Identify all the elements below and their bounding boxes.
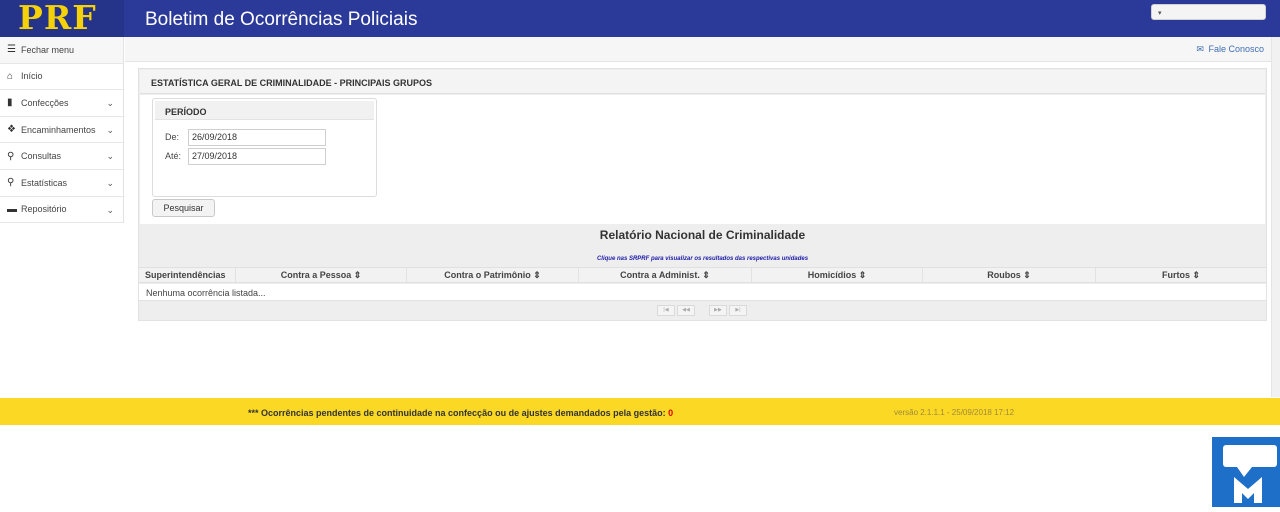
- column-header-contra-patrimonio[interactable]: Contra o Patrimônio ⇕: [407, 268, 579, 282]
- sidebar-item-confeccoes[interactable]: ▮ Confecções ⌄: [0, 90, 123, 117]
- next-page-button[interactable]: ▶▶: [709, 305, 727, 316]
- sidebar-item-encaminhamentos[interactable]: ❖ Encaminhamentos ⌄: [0, 117, 123, 144]
- report-note: Clique nas SRPRF para visualizar os resu…: [596, 256, 809, 262]
- report-title: Relatório Nacional de Criminalidade: [599, 228, 806, 242]
- pending-message-text: *** Ocorrências pendentes de continuidad…: [248, 408, 666, 418]
- caret-down-icon: ▾: [1158, 10, 1162, 17]
- pending-count: 0: [668, 408, 674, 418]
- archive-icon: ▬: [7, 203, 17, 215]
- column-header-homicidios[interactable]: Homicídios ⇕: [752, 268, 923, 282]
- column-header-furtos[interactable]: Furtos ⇕: [1096, 268, 1266, 282]
- sidebar-item-label: Repositório: [21, 204, 67, 215]
- statistics-panel: ESTATÍSTICA GERAL DE CRIMINALIDADE - PRI…: [138, 68, 1267, 321]
- from-date-input[interactable]: 26/09/2018: [188, 129, 326, 146]
- to-date-row: Até: 27/09/2018: [165, 148, 326, 165]
- contact-label: Fale Conosco: [1208, 44, 1264, 54]
- sidebar-item-label: Fechar menu: [21, 44, 75, 55]
- top-bar: PRF Boletim de Ocorrências Policiais ▾: [0, 0, 1280, 37]
- prf-logo[interactable]: PRF: [18, 0, 97, 37]
- pending-message: *** Ocorrências pendentes de continuidad…: [248, 408, 673, 418]
- chat-widget-button[interactable]: [1212, 437, 1280, 507]
- sidebar-item-repositorio[interactable]: ▬ Repositório ⌄: [0, 197, 123, 224]
- column-header-contra-pessoa[interactable]: Contra a Pessoa ⇕: [236, 268, 407, 282]
- search-button[interactable]: Pesquisar: [152, 199, 215, 217]
- sidebar-item-label: Encaminhamentos: [21, 124, 96, 135]
- sidebar-item-label: Confecções: [21, 97, 69, 108]
- home-icon: ⌂: [7, 70, 14, 82]
- sidebar-item-estatisticas[interactable]: ⚲ Estatísticas ⌄: [0, 170, 123, 197]
- previous-page-button[interactable]: ◀◀: [677, 305, 695, 316]
- app-title: Boletim de Ocorrências Policiais: [145, 9, 418, 30]
- to-date-input[interactable]: 27/09/2018: [188, 148, 326, 165]
- user-menu-button[interactable]: ▾: [1151, 4, 1266, 20]
- search-icon: ⚲: [7, 150, 15, 162]
- hamburger-icon: ☰: [7, 44, 16, 56]
- chevron-down-icon: ⌄: [106, 151, 114, 162]
- period-fieldset: PERÍODO De: 26/09/2018 Até: 27/09/2018: [152, 98, 377, 197]
- period-title: PERÍODO: [155, 101, 374, 120]
- chevron-down-icon: ⌄: [106, 98, 114, 109]
- table-row-empty: Nenhuma ocorrência listada...: [139, 284, 1266, 301]
- chevron-down-icon: ⌄: [106, 124, 114, 135]
- search-icon: ⚲: [7, 177, 15, 189]
- pagination: |◀ ◀◀ ▶▶ ▶|: [657, 305, 749, 316]
- sub-header: ✉ Fale Conosco: [125, 37, 1280, 62]
- last-page-button[interactable]: ▶|: [729, 305, 747, 316]
- contact-link[interactable]: ✉ Fale Conosco: [1196, 44, 1264, 55]
- envelope-icon: ✉: [1196, 44, 1204, 54]
- from-date-row: De: 26/09/2018: [165, 129, 326, 146]
- page-scrollbar[interactable]: [1271, 37, 1280, 397]
- book-icon: ▮: [7, 97, 13, 109]
- dropbox-icon: ❖: [7, 124, 16, 136]
- column-header-roubos[interactable]: Roubos ⇕: [923, 268, 1096, 282]
- chat-bubble-icon: [1223, 445, 1277, 503]
- column-header-contra-administ[interactable]: Contra a Administ. ⇕: [579, 268, 752, 282]
- table-header: Superintendências Contra a Pessoa ⇕ Cont…: [139, 267, 1266, 283]
- sidebar-item-label: Estatísticas: [21, 177, 68, 188]
- chevron-down-icon: ⌄: [106, 204, 114, 215]
- from-date-label: De:: [165, 132, 180, 142]
- to-date-label: Até:: [165, 151, 182, 161]
- sidebar-item-inicio[interactable]: ⌂ Início: [0, 64, 123, 91]
- footer-bar: *** Ocorrências pendentes de continuidad…: [0, 398, 1280, 425]
- version-info: versão 2.1.1.1 - 25/09/2018 17:12: [894, 408, 1015, 417]
- sidebar-item-close-menu[interactable]: ☰ Fechar menu: [0, 37, 123, 64]
- logo-container: PRF: [0, 0, 124, 37]
- column-header-superintendencias[interactable]: Superintendências: [139, 268, 236, 282]
- chevron-down-icon: ⌄: [106, 177, 114, 188]
- first-page-button[interactable]: |◀: [657, 305, 675, 316]
- sidebar: ☰ Fechar menu ⌂ Início ▮ Confecções ⌄ ❖ …: [0, 37, 124, 224]
- sidebar-item-consultas[interactable]: ⚲ Consultas ⌄: [0, 143, 123, 170]
- panel-body: PERÍODO De: 26/09/2018 Até: 27/09/2018 P…: [140, 95, 1265, 224]
- panel-title: ESTATÍSTICA GERAL DE CRIMINALIDADE - PRI…: [140, 70, 1265, 94]
- sidebar-item-label: Consultas: [21, 151, 62, 162]
- sidebar-item-label: Início: [21, 71, 43, 82]
